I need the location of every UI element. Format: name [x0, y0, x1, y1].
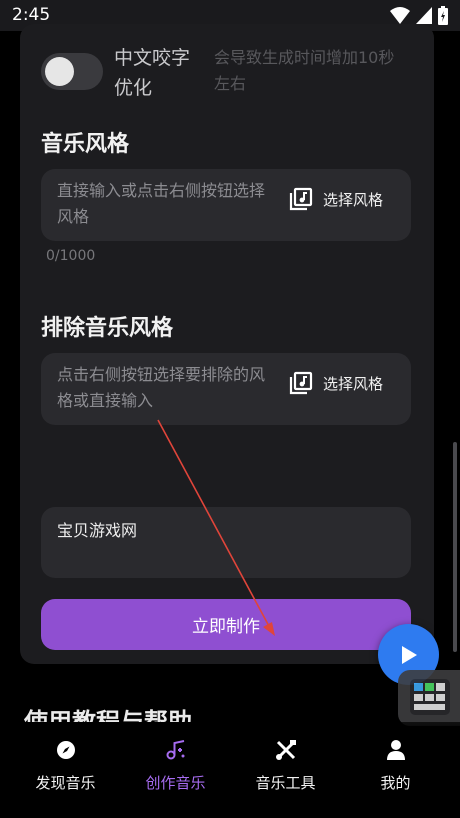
nav-item-tools[interactable]: 音乐工具: [228, 738, 343, 793]
toggle-knob: [45, 57, 74, 86]
nav-label-discover: 发现音乐: [35, 774, 96, 792]
compass-icon: [56, 741, 75, 759]
exclude-style-title: 排除音乐风格: [41, 316, 174, 341]
nav-label-profile: 我的: [380, 774, 411, 792]
tools-icon: [275, 740, 296, 760]
floating-tool-widget[interactable]: [398, 670, 460, 726]
music-create-icon: [166, 740, 184, 760]
create-now-button[interactable]: 立即制作: [41, 599, 411, 650]
song-name-input[interactable]: 宝贝游戏网: [41, 507, 411, 578]
music-style-input[interactable]: 直接输入或点击右侧按钮选择风格 选择风格: [41, 169, 411, 241]
nav-item-discover[interactable]: 发现音乐: [8, 738, 123, 793]
select-exclude-style-label: 选择风格: [323, 374, 384, 393]
next-section-title: 使用教程与帮助: [24, 708, 192, 722]
chinese-lyrics-toggle[interactable]: [41, 53, 103, 90]
nav-item-create[interactable]: 创作音乐: [118, 738, 233, 793]
status-time: 2:45: [12, 5, 51, 25]
user-icon: [386, 740, 405, 760]
select-style-label: 选择风格: [323, 190, 384, 209]
song-name-value: 宝贝游戏网: [57, 521, 138, 540]
wifi-icon: [390, 6, 410, 24]
signal-icon: [416, 7, 432, 24]
select-style-button[interactable]: 选择风格: [289, 187, 383, 211]
scrollbar[interactable]: [453, 442, 457, 652]
exclude-style-input[interactable]: 点击右侧按钮选择要排除的风格或直接输入 选择风格: [41, 353, 411, 425]
toggle-label: 中文咬字优化: [114, 47, 191, 99]
bottom-navigation: 发现音乐 创作音乐 音乐工具 我的: [0, 722, 460, 818]
music-style-title: 音乐风格: [41, 132, 130, 157]
toggle-hint: 会导致生成时间增加10秒左右: [214, 48, 395, 93]
nav-label-create: 创作音乐: [145, 774, 206, 792]
music-library-icon: [289, 371, 313, 395]
play-icon: [401, 645, 417, 664]
select-exclude-style-button[interactable]: 选择风格: [289, 371, 383, 395]
music-style-placeholder: 直接输入或点击右侧按钮选择风格: [57, 181, 266, 226]
keyboard-panel-icon: [410, 679, 450, 715]
status-icons: [390, 6, 448, 25]
exclude-style-placeholder: 点击右侧按钮选择要排除的风格或直接输入: [57, 365, 266, 410]
create-now-label: 立即制作: [192, 617, 260, 637]
char-counter: 0/1000: [46, 248, 96, 264]
battery-icon: [438, 6, 448, 25]
nav-item-profile[interactable]: 我的: [338, 738, 453, 793]
nav-label-tools: 音乐工具: [255, 774, 316, 792]
music-library-icon: [289, 187, 313, 211]
